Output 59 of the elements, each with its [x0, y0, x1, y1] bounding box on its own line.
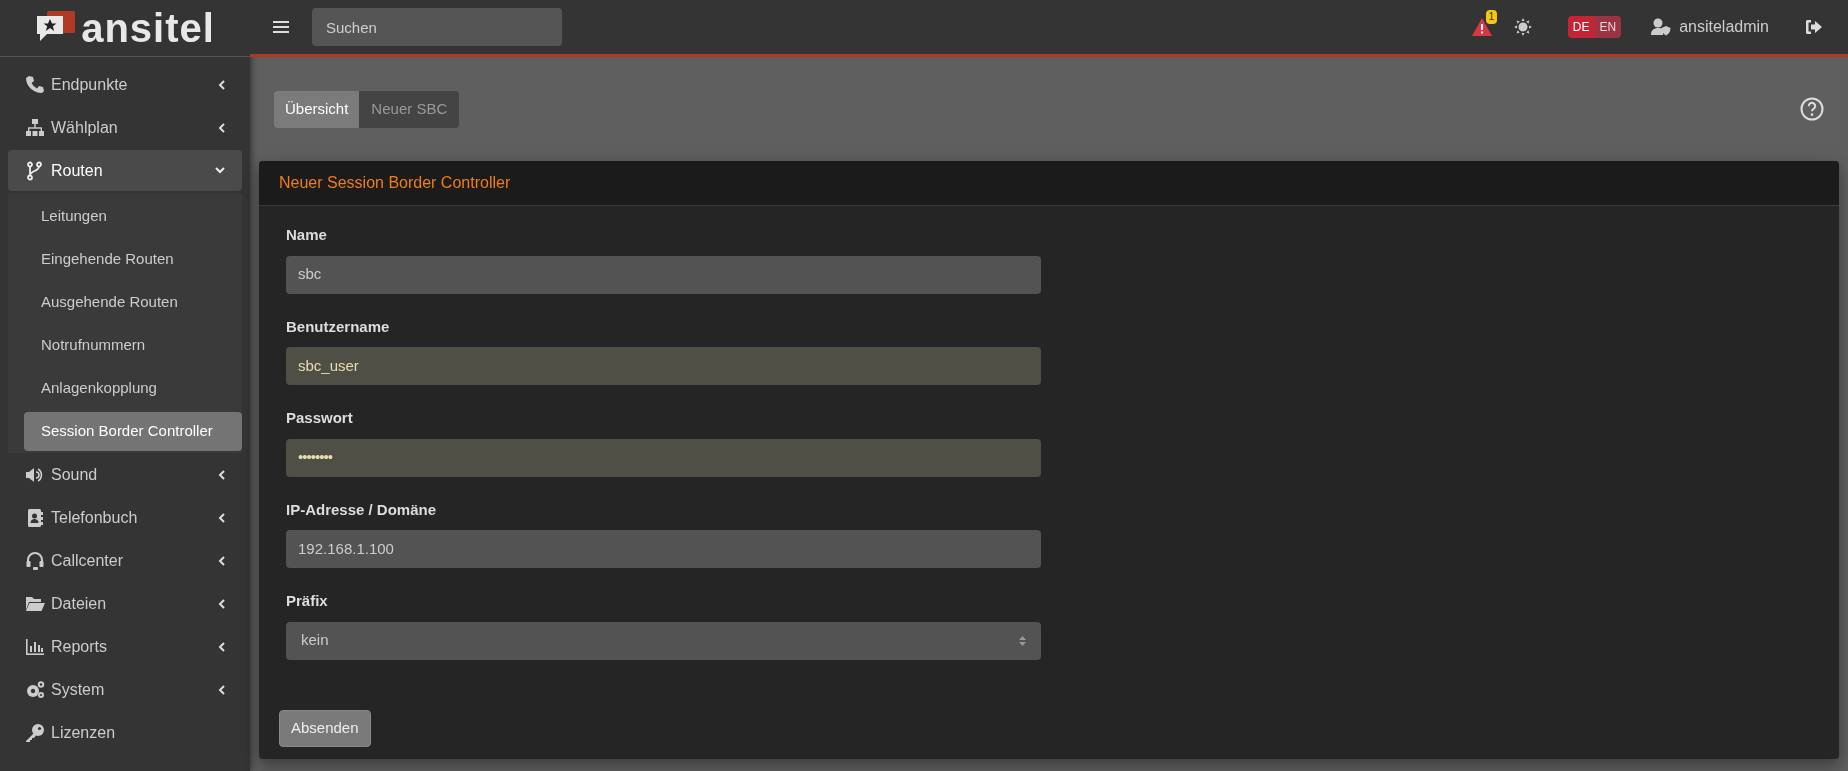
chevron-left-icon	[218, 122, 225, 133]
sidebar-item[interactable]: Routen	[8, 150, 242, 191]
chevron-left-icon	[218, 598, 225, 609]
submenu-item[interactable]: Session Border Controller	[24, 412, 242, 451]
select-field[interactable]: kein	[286, 621, 1041, 660]
chevron-left-icon	[218, 79, 225, 90]
chevron-left-icon	[218, 469, 225, 480]
warning-icon[interactable]	[1471, 18, 1492, 36]
submenu-item[interactable]: Anlagenkopplung	[24, 369, 242, 408]
chevron-left-icon	[218, 641, 225, 652]
branch-icon	[25, 160, 45, 181]
field-label: Name	[286, 225, 327, 245]
input-field[interactable]: sbc_user	[286, 347, 1041, 385]
user-name[interactable]: ansiteladmin	[1679, 15, 1769, 39]
headset-icon	[25, 550, 45, 571]
chevron-down-icon	[215, 167, 225, 174]
field-label: Benutzername	[286, 316, 390, 337]
key-icon	[25, 722, 45, 743]
language-toggle[interactable]: DE	[1567, 16, 1595, 38]
sidebar-item[interactable]: System	[8, 669, 242, 710]
card-title: Neuer Session Border Controller	[279, 173, 511, 193]
submit-button[interactable]: Absenden	[279, 709, 371, 747]
address-book-icon	[25, 507, 45, 528]
language-toggle[interactable]: EN	[1594, 16, 1622, 38]
sidebar-item[interactable]: Callcenter	[8, 540, 242, 581]
sitemap-icon	[25, 117, 45, 138]
chevron-left-icon	[218, 684, 225, 695]
search-field[interactable]: Suchen	[312, 8, 562, 46]
submenu-item[interactable]: Ausgehende Routen	[24, 283, 242, 322]
logout-icon[interactable]	[1805, 19, 1823, 35]
bar-chart-icon	[25, 636, 45, 657]
sort-icon	[1019, 635, 1026, 646]
gears-icon	[25, 679, 45, 700]
submenu-item[interactable]: Notrufnummern	[24, 326, 242, 365]
password-field[interactable]: ••••••••	[286, 438, 1041, 477]
sidebar-item[interactable]: Telefonbuch	[8, 497, 242, 538]
field-label: Präfix	[286, 591, 328, 611]
help-icon[interactable]	[1800, 97, 1824, 121]
phone-icon	[25, 74, 45, 95]
submenu-item[interactable]: Leitungen	[24, 197, 242, 236]
menu-icon[interactable]	[273, 20, 289, 34]
sidebar-item[interactable]: Wählplan	[8, 107, 242, 148]
theme-icon[interactable]	[1513, 18, 1532, 36]
chevron-left-icon	[218, 555, 225, 566]
sidebar-item[interactable]: Sound	[8, 454, 242, 495]
brand-name: ansitel	[81, 8, 215, 48]
input-field[interactable]: sbc	[286, 255, 1041, 294]
sidebar-item[interactable]: Lizenzen	[8, 712, 242, 753]
sidebar-item[interactable]: Endpunkte	[8, 64, 242, 105]
field-label: IP-Adresse / Domäne	[286, 499, 437, 520]
field-label: Passwort	[286, 408, 353, 428]
notification-badge: 1	[1485, 10, 1498, 24]
chevron-left-icon	[218, 512, 225, 523]
sidebar-item[interactable]: Reports	[8, 626, 242, 667]
user-shield-icon[interactable]	[1651, 18, 1672, 36]
input-field[interactable]: 192.168.1.100	[286, 530, 1041, 568]
submenu-item[interactable]: Eingehende Routen	[24, 240, 242, 279]
sidebar-item[interactable]: Dateien	[8, 583, 242, 624]
tab[interactable]: Übersicht	[274, 90, 360, 128]
